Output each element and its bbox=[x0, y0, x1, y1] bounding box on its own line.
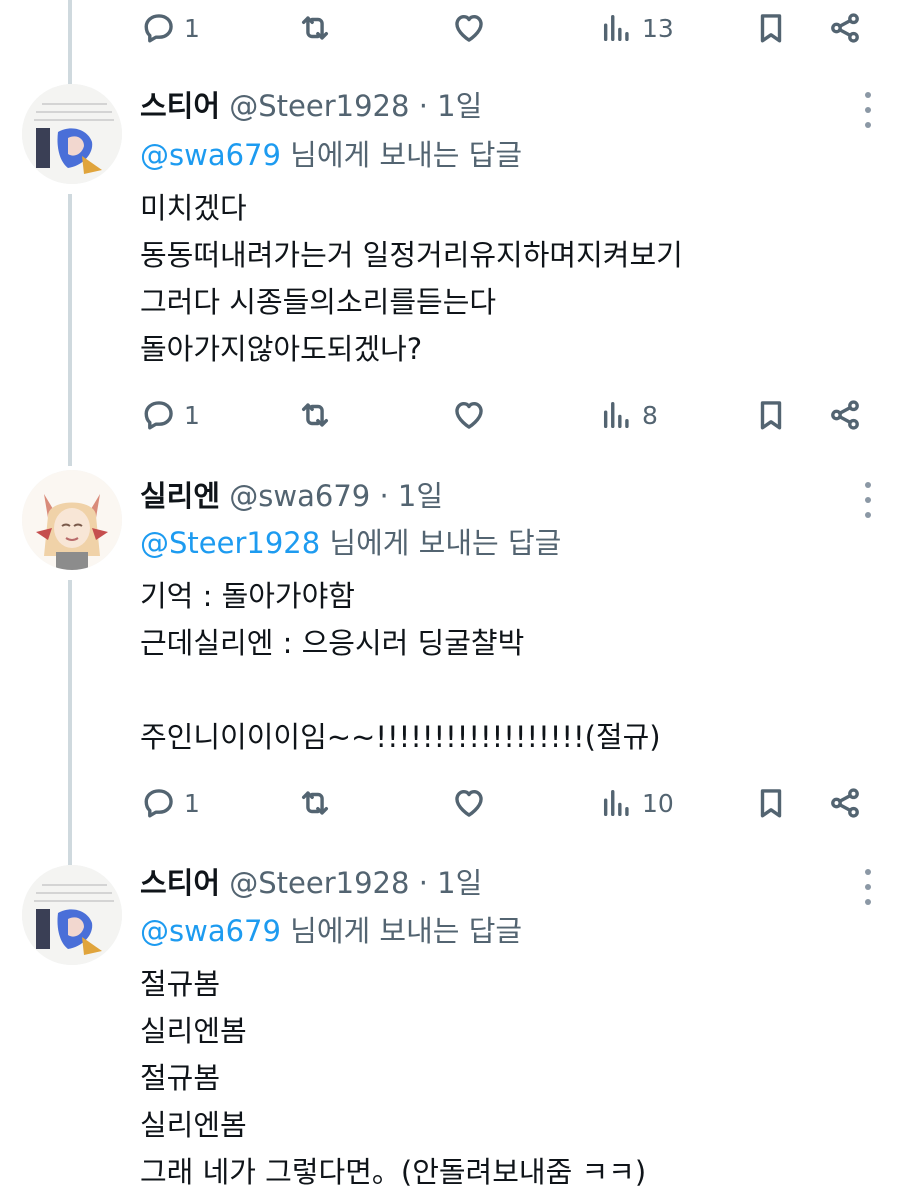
avatar-image bbox=[22, 865, 122, 965]
bookmark-button[interactable] bbox=[754, 783, 788, 823]
views-icon bbox=[603, 14, 629, 42]
like-button[interactable] bbox=[452, 395, 486, 435]
views-button[interactable]: 13 bbox=[600, 8, 674, 48]
replying-to: @swa679 님에게 보내는 답글 bbox=[140, 909, 522, 953]
retweet-icon bbox=[301, 791, 329, 815]
like-button[interactable] bbox=[452, 783, 486, 823]
tweet-line bbox=[140, 667, 860, 714]
avatar-image bbox=[22, 470, 122, 570]
reply-icon bbox=[144, 14, 173, 43]
replying-to-label: 님에게 보내는 답글 bbox=[290, 138, 523, 172]
like-button[interactable] bbox=[452, 8, 486, 48]
timestamp[interactable]: 1일 bbox=[437, 866, 482, 900]
user-handle[interactable]: @swa679 bbox=[229, 479, 370, 513]
tweet-header: 스티어 @Steer1928 · 1일 bbox=[140, 861, 482, 905]
tweet-line: 실리엔봄 bbox=[140, 1108, 247, 1142]
avatar[interactable] bbox=[22, 865, 122, 965]
reply-icon bbox=[144, 401, 173, 430]
more-icon[interactable] bbox=[862, 92, 874, 128]
tweet-line: 실리엔봄 bbox=[140, 1014, 247, 1048]
mention-link[interactable]: @Steer1928 bbox=[140, 526, 320, 560]
reply-count: 1 bbox=[184, 788, 200, 818]
reply-count: 1 bbox=[184, 400, 200, 430]
retweet-icon bbox=[301, 16, 329, 40]
retweet-icon bbox=[301, 403, 329, 427]
reply-button[interactable]: 1 bbox=[142, 395, 200, 435]
more-icon[interactable] bbox=[862, 869, 874, 905]
separator-dot: · bbox=[418, 89, 428, 123]
views-count: 8 bbox=[642, 400, 658, 430]
views-count: 10 bbox=[642, 788, 674, 818]
tweet-line: 절규봄 bbox=[140, 1061, 221, 1095]
tweet-header: 실리엔 @swa679 · 1일 bbox=[140, 474, 443, 518]
tweet-line: 동동떠내려가는거 일정거리유지하며지켜보기 bbox=[140, 238, 683, 272]
replying-to: @swa679 님에게 보내는 답글 bbox=[140, 133, 522, 177]
tweet-text: 기억 : 돌아가야함 근데실리엔 : 으응시러 딩굴챨박 주인니이이이임~~!!… bbox=[140, 573, 860, 761]
like-icon bbox=[455, 14, 483, 42]
tweet-line: 미치겠다 bbox=[140, 191, 247, 225]
avatar[interactable] bbox=[22, 84, 122, 184]
share-button[interactable] bbox=[828, 395, 862, 435]
timestamp[interactable]: 1일 bbox=[437, 89, 482, 123]
tweet-header: 스티어 @Steer1928 · 1일 bbox=[140, 84, 482, 128]
share-icon bbox=[831, 13, 859, 43]
bookmark-icon bbox=[760, 14, 782, 43]
display-name[interactable]: 실리엔 bbox=[140, 479, 220, 513]
separator-dot: · bbox=[379, 479, 389, 513]
views-button[interactable]: 8 bbox=[600, 395, 658, 435]
display-name[interactable]: 스티어 bbox=[140, 89, 220, 123]
reply-count: 1 bbox=[184, 13, 200, 43]
tweet-text: 절규봄 실리엔봄 절규봄 실리엔봄 그래 네가 그렇다면。(안돌려보내줌 ㅋㅋ) bbox=[140, 961, 860, 1196]
views-button[interactable]: 10 bbox=[600, 783, 674, 823]
separator-dot: · bbox=[418, 866, 428, 900]
tweet-line: 그래 네가 그렇다면。(안돌려보내줌 ㅋㅋ) bbox=[140, 1155, 647, 1189]
reply-icon bbox=[144, 789, 173, 818]
bookmark-button[interactable] bbox=[754, 395, 788, 435]
avatar-image bbox=[22, 84, 122, 184]
tweet-actions: 1 10 bbox=[0, 783, 912, 823]
retweet-button[interactable] bbox=[298, 783, 332, 823]
tweet-actions: 1 8 bbox=[0, 395, 912, 435]
retweet-button[interactable] bbox=[298, 8, 332, 48]
views-count: 13 bbox=[642, 13, 674, 43]
like-icon bbox=[455, 789, 483, 817]
more-icon[interactable] bbox=[862, 482, 874, 518]
avatar[interactable] bbox=[22, 470, 122, 570]
retweet-button[interactable] bbox=[298, 395, 332, 435]
user-handle[interactable]: @Steer1928 bbox=[229, 866, 409, 900]
display-name[interactable]: 스티어 bbox=[140, 866, 220, 900]
replying-to: @Steer1928 님에게 보내는 답글 bbox=[140, 521, 561, 565]
share-button[interactable] bbox=[828, 8, 862, 48]
bookmark-button[interactable] bbox=[754, 8, 788, 48]
reply-button[interactable]: 1 bbox=[142, 8, 200, 48]
tweet-line: 절규봄 bbox=[140, 967, 221, 1001]
tweet-line: 주인니이이이임~~!!!!!!!!!!!!!!!!!!(절규) bbox=[140, 720, 661, 754]
tweet-text: 미치겠다 동동떠내려가는거 일정거리유지하며지켜보기 그러다 시종들의소리를듣는… bbox=[140, 185, 860, 373]
bookmark-icon bbox=[760, 789, 782, 818]
tweet-line: 돌아가지않아도되겠나? bbox=[140, 332, 423, 366]
tweet-line: 기억 : 돌아가야함 bbox=[140, 579, 355, 613]
reply-button[interactable]: 1 bbox=[142, 783, 200, 823]
bookmark-icon bbox=[760, 401, 782, 430]
views-icon bbox=[603, 401, 629, 429]
tweet-line: 그러다 시종들의소리를듣는다 bbox=[140, 285, 497, 319]
mention-link[interactable]: @swa679 bbox=[140, 138, 281, 172]
share-icon bbox=[831, 400, 859, 430]
replying-to-label: 님에게 보내는 답글 bbox=[290, 914, 523, 948]
user-handle[interactable]: @Steer1928 bbox=[229, 89, 409, 123]
mention-link[interactable]: @swa679 bbox=[140, 914, 281, 948]
timestamp[interactable]: 1일 bbox=[398, 479, 443, 513]
share-button[interactable] bbox=[828, 783, 862, 823]
replying-to-label: 님에게 보내는 답글 bbox=[329, 526, 562, 560]
share-icon bbox=[831, 788, 859, 818]
tweet-line: 근데실리엔 : 으응시러 딩굴챨박 bbox=[140, 626, 525, 660]
views-icon bbox=[603, 789, 629, 817]
like-icon bbox=[455, 401, 483, 429]
tweet-actions: 1 13 bbox=[0, 8, 912, 48]
